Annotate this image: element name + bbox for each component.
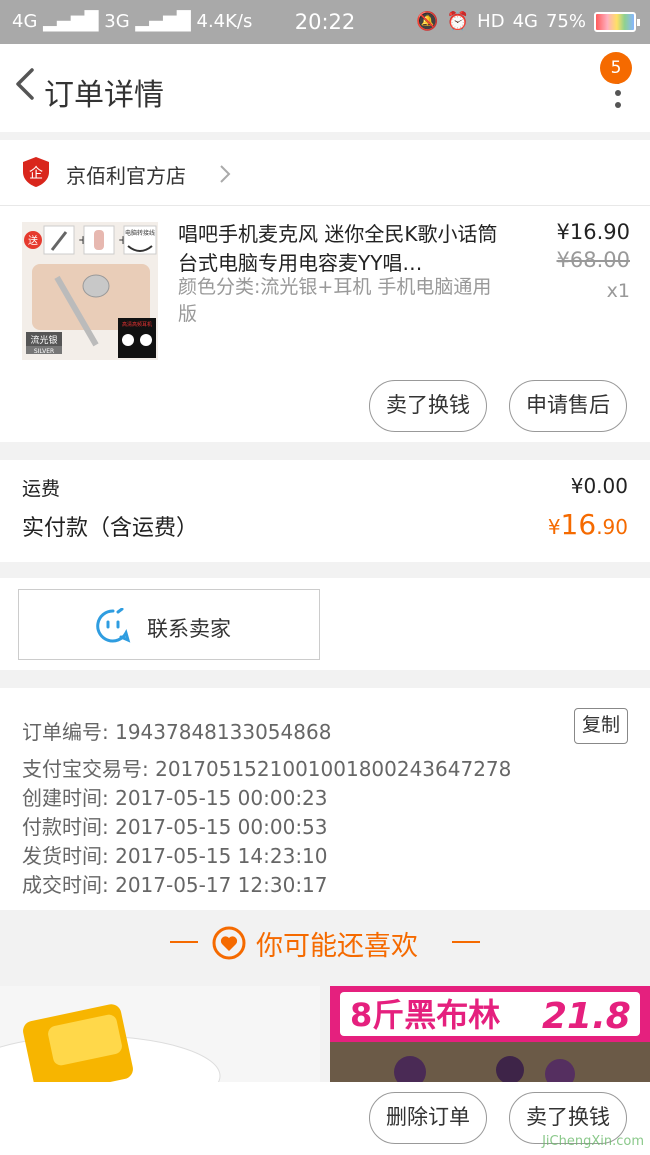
shop-name: 京佰利官方店 — [66, 164, 186, 188]
alarm-icon: ⏰ — [446, 11, 470, 32]
product-price: ¥16.90 — [556, 220, 630, 244]
network-type-label: 4G — [512, 11, 538, 32]
notification-badge: 5 — [600, 52, 632, 84]
shop-logo-icon: 企 — [23, 157, 49, 187]
shipped-time: 发货时间: 2017-05-15 14:23:10 — [22, 844, 328, 868]
order-item: 送 + + 电脑转接线 流光银 SILVER 高清高频耳机 唱吧手机麦克风 迷你… — [0, 206, 650, 442]
product-title[interactable]: 唱吧手机麦克风 迷你全民K歌小话筒台式电脑专用电容麦YY唱… — [178, 220, 508, 278]
paid-amount: ¥16.90 — [548, 508, 628, 541]
contact-seller-button[interactable]: 联系卖家 — [18, 589, 320, 660]
product-quantity: x1 — [606, 280, 630, 302]
product-image-mango — [0, 986, 320, 1084]
tag-earphone: 高清高频耳机 — [122, 321, 152, 328]
back-arrow-icon[interactable] — [12, 64, 42, 104]
recommended-product-1[interactable] — [0, 986, 320, 1084]
order-number: 订单编号: 19437848133054868 — [22, 720, 332, 744]
tag-cable: 电脑转接线 — [125, 229, 155, 237]
delete-order-button[interactable]: 删除订单 — [369, 1092, 487, 1144]
chat-face-icon — [96, 608, 131, 643]
watermark: JiChengXin.com — [542, 1134, 644, 1149]
shipping-value: ¥0.00 — [570, 474, 628, 498]
bottom-action-bar: 删除订单 卖了换钱 JiChengXin.com — [0, 1082, 650, 1155]
status-right: 🔕 ⏰ HD 4G 75% — [416, 11, 640, 32]
sell-exchange-button[interactable]: 卖了换钱 — [369, 380, 487, 432]
payment-summary: 运费 ¥0.00 实付款（含运费） ¥16.90 — [0, 460, 650, 562]
product-image: 送 + + 电脑转接线 流光银 SILVER 高清高频耳机 — [22, 222, 158, 360]
closed-time: 成交时间: 2017-05-17 12:30:17 — [22, 873, 328, 897]
recommend-header: 你可能还喜欢 — [0, 912, 650, 974]
tag-gift: 送 — [28, 234, 38, 247]
nav-bar: 订单详情 5 — [0, 44, 650, 132]
paid-integer: 16 — [560, 508, 597, 541]
product-spec: 颜色分类:流光银+耳机 手机电脑通用版 — [178, 276, 492, 325]
product2-price: 21.8 — [542, 996, 631, 1037]
copy-button[interactable]: 复制 — [574, 708, 628, 744]
apply-aftersale-button[interactable]: 申请售后 — [509, 380, 627, 432]
shop-header[interactable]: 企 京佰利官方店 — [0, 140, 650, 206]
tag-silver-en: SILVER — [34, 348, 54, 355]
hd-label: HD — [477, 11, 505, 32]
divider-left — [170, 941, 198, 943]
tag-silver: 流光银 — [30, 334, 57, 346]
status-bar: 4G ▂▄▆█ 3G ▂▄▆█ 4.4K/s 20:22 🔕 ⏰ HD 4G 7… — [0, 0, 650, 44]
product-thumbnail[interactable]: 送 + + 电脑转接线 流光银 SILVER 高清高频耳机 — [22, 222, 158, 360]
heart-icon — [212, 926, 246, 960]
mute-icon: 🔕 — [416, 11, 439, 32]
contact-seller-label: 联系卖家 — [147, 617, 231, 641]
shop-logo-char: 企 — [29, 165, 43, 182]
divider-right — [452, 941, 480, 943]
created-time: 创建时间: 2017-05-15 00:00:23 — [22, 786, 328, 810]
alipay-trade-number: 支付宝交易号: 2017051521001001800243647278 — [22, 757, 512, 781]
product-image-plum: 8斤黑布林 21.8 — [330, 986, 650, 1084]
paid-label: 实付款（含运费） — [22, 516, 199, 541]
contact-section: 联系卖家 — [0, 578, 650, 670]
battery-percent: 75% — [545, 11, 586, 32]
order-info: 订单编号: 19437848133054868 复制 支付宝交易号: 20170… — [0, 688, 650, 910]
shipping-label: 运费 — [22, 478, 61, 500]
product2-text: 8斤黑布林 — [350, 996, 500, 1034]
paid-currency: ¥ — [547, 515, 561, 539]
product-original-price: ¥68.00 — [556, 248, 630, 272]
paid-time: 付款时间: 2017-05-15 00:00:53 — [22, 815, 328, 839]
recommend-title: 你可能还喜欢 — [256, 931, 418, 962]
paid-decimal: .90 — [596, 515, 628, 539]
recommended-product-2[interactable]: 8斤黑布林 21.8 — [330, 986, 650, 1084]
page-title: 订单详情 — [44, 78, 164, 113]
chevron-right-icon — [220, 165, 231, 183]
battery-icon — [594, 11, 640, 32]
